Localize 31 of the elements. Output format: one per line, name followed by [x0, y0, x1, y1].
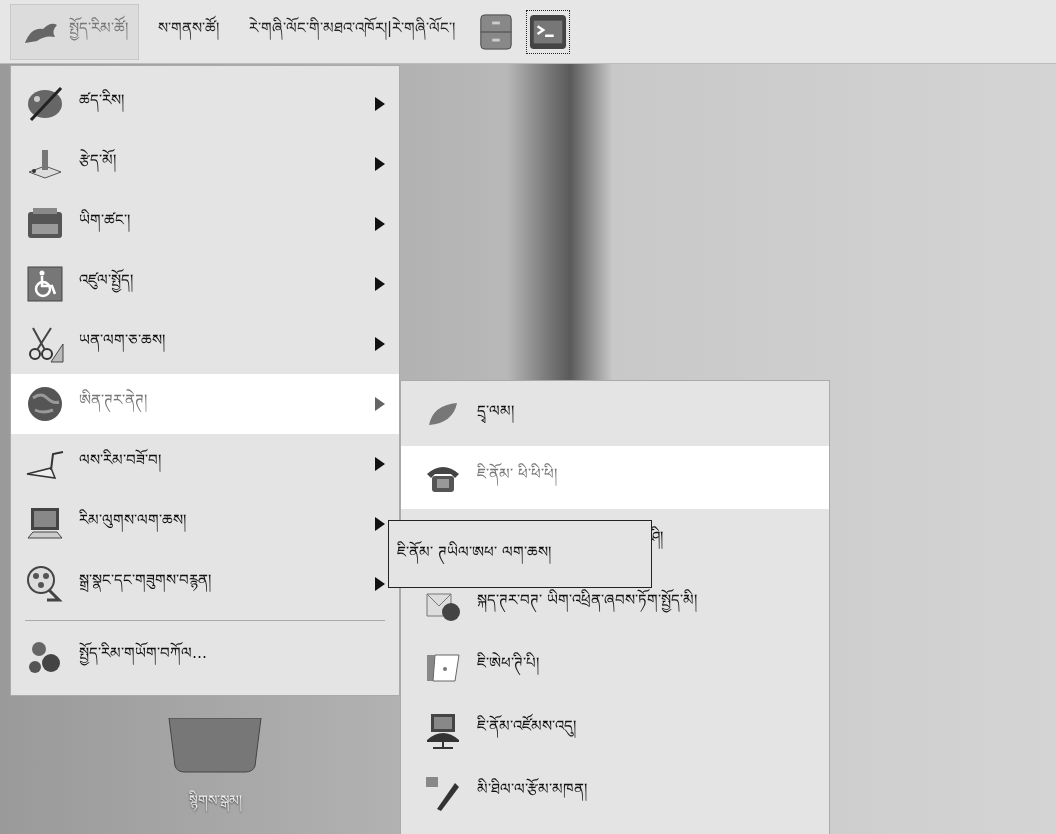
submenu-arrow-icon	[375, 337, 385, 351]
submenu-arrow-icon	[375, 277, 385, 291]
tooltip: ཇི་ནོམ་ ཊཡིལ་ཨཕ་ ལག་ཆས།	[388, 520, 652, 588]
terminal-launcher[interactable]	[526, 9, 571, 54]
submenu-arrow-icon	[375, 517, 385, 531]
film-reel-icon	[25, 564, 65, 604]
palette-icon	[25, 84, 65, 124]
menu-item[interactable]: ཚད་རིས།	[11, 74, 399, 134]
menu-item[interactable]: སྤྱོད་རིམ་གཡོག་བཀོལ…	[11, 627, 399, 687]
submenu-arrow-icon	[375, 157, 385, 171]
submenu-arrow-icon	[375, 397, 385, 411]
menu-item[interactable]: འཛུལ་སྤྱོད།	[11, 254, 399, 314]
submenu-item[interactable]: ཇི་ཨེཕ་ཊི་པི།	[401, 635, 829, 698]
submenu-item[interactable]: ཇི་ནོམ་ ཕི་ཕི་ཕི།	[401, 446, 829, 509]
trash-icon[interactable]	[167, 718, 263, 774]
submenu-arrow-icon	[375, 457, 385, 471]
menu-item[interactable]: ཡན་ལག་ཅ་ཆས།	[11, 314, 399, 374]
menu-item[interactable]: ཡིག་ཚང་།	[11, 194, 399, 254]
submenu-item[interactable]: ཇི་ནོམ་འཛོམས་འདུ།	[401, 698, 829, 761]
submenu-arrow-icon	[375, 217, 385, 231]
menu-item[interactable]: ལས་རིམ་བཟོ་བ།	[11, 434, 399, 494]
globe-icon	[25, 384, 65, 424]
panel-menu[interactable]: རེ་གཞི་ལོང་གི་མཐའ་འཁོར།|རེ་གཞི་ལོང་།	[238, 3, 467, 60]
panel-menu[interactable]: ས་གནས་ཚོ།	[147, 3, 230, 60]
submenu-arrow-icon	[375, 577, 385, 591]
wheelchair-icon	[25, 264, 65, 304]
submenu-item[interactable]: མི་ཐིལ་ལ་རྩོམ་མཁན།	[401, 761, 829, 824]
menu-item[interactable]: ཨིན་ཊར་ནེཊ།	[11, 374, 399, 434]
submenu-arrow-icon	[375, 97, 385, 111]
submenu-item[interactable]: དྲྭ་ལམ།	[401, 383, 829, 446]
menu-item[interactable]: རྩེད་མོ།	[11, 134, 399, 194]
